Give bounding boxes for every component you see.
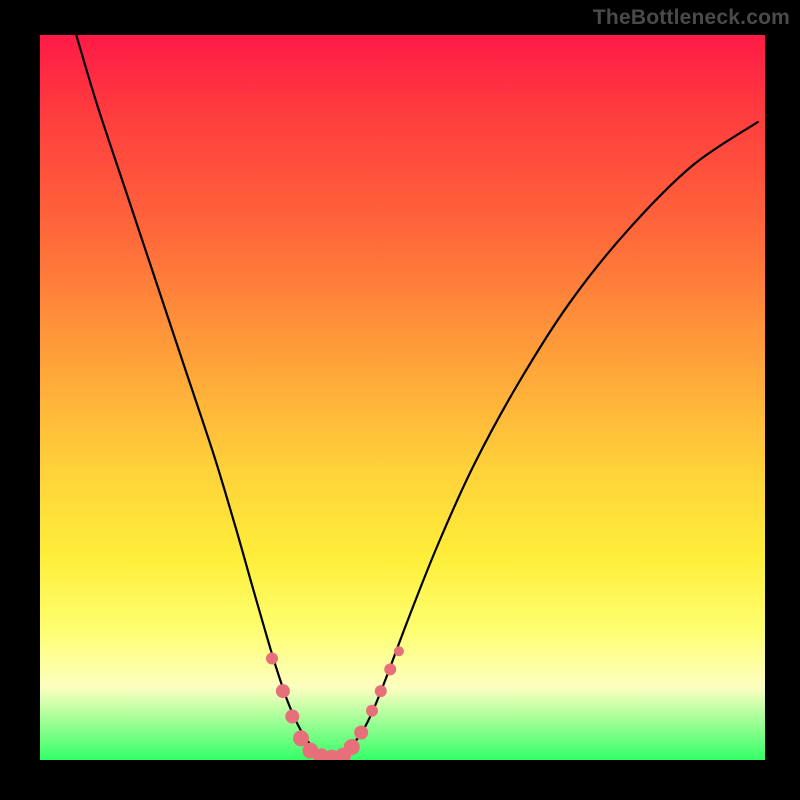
highlight-dot: [285, 710, 299, 724]
highlight-dot: [384, 663, 396, 675]
highlight-dot: [276, 684, 290, 698]
highlighted-points-group: [266, 646, 404, 760]
curve-svg: [40, 35, 765, 760]
highlight-dot: [375, 685, 387, 697]
bottleneck-curve: [76, 35, 758, 757]
watermark-text: TheBottleneck.com: [593, 6, 790, 30]
highlight-dot: [394, 646, 404, 656]
highlight-dot: [266, 653, 278, 665]
highlight-dot: [366, 705, 378, 717]
highlight-dot: [354, 726, 368, 740]
chart-stage: TheBottleneck.com: [0, 0, 800, 800]
plot-area: [40, 35, 765, 760]
highlight-dot: [344, 739, 360, 755]
